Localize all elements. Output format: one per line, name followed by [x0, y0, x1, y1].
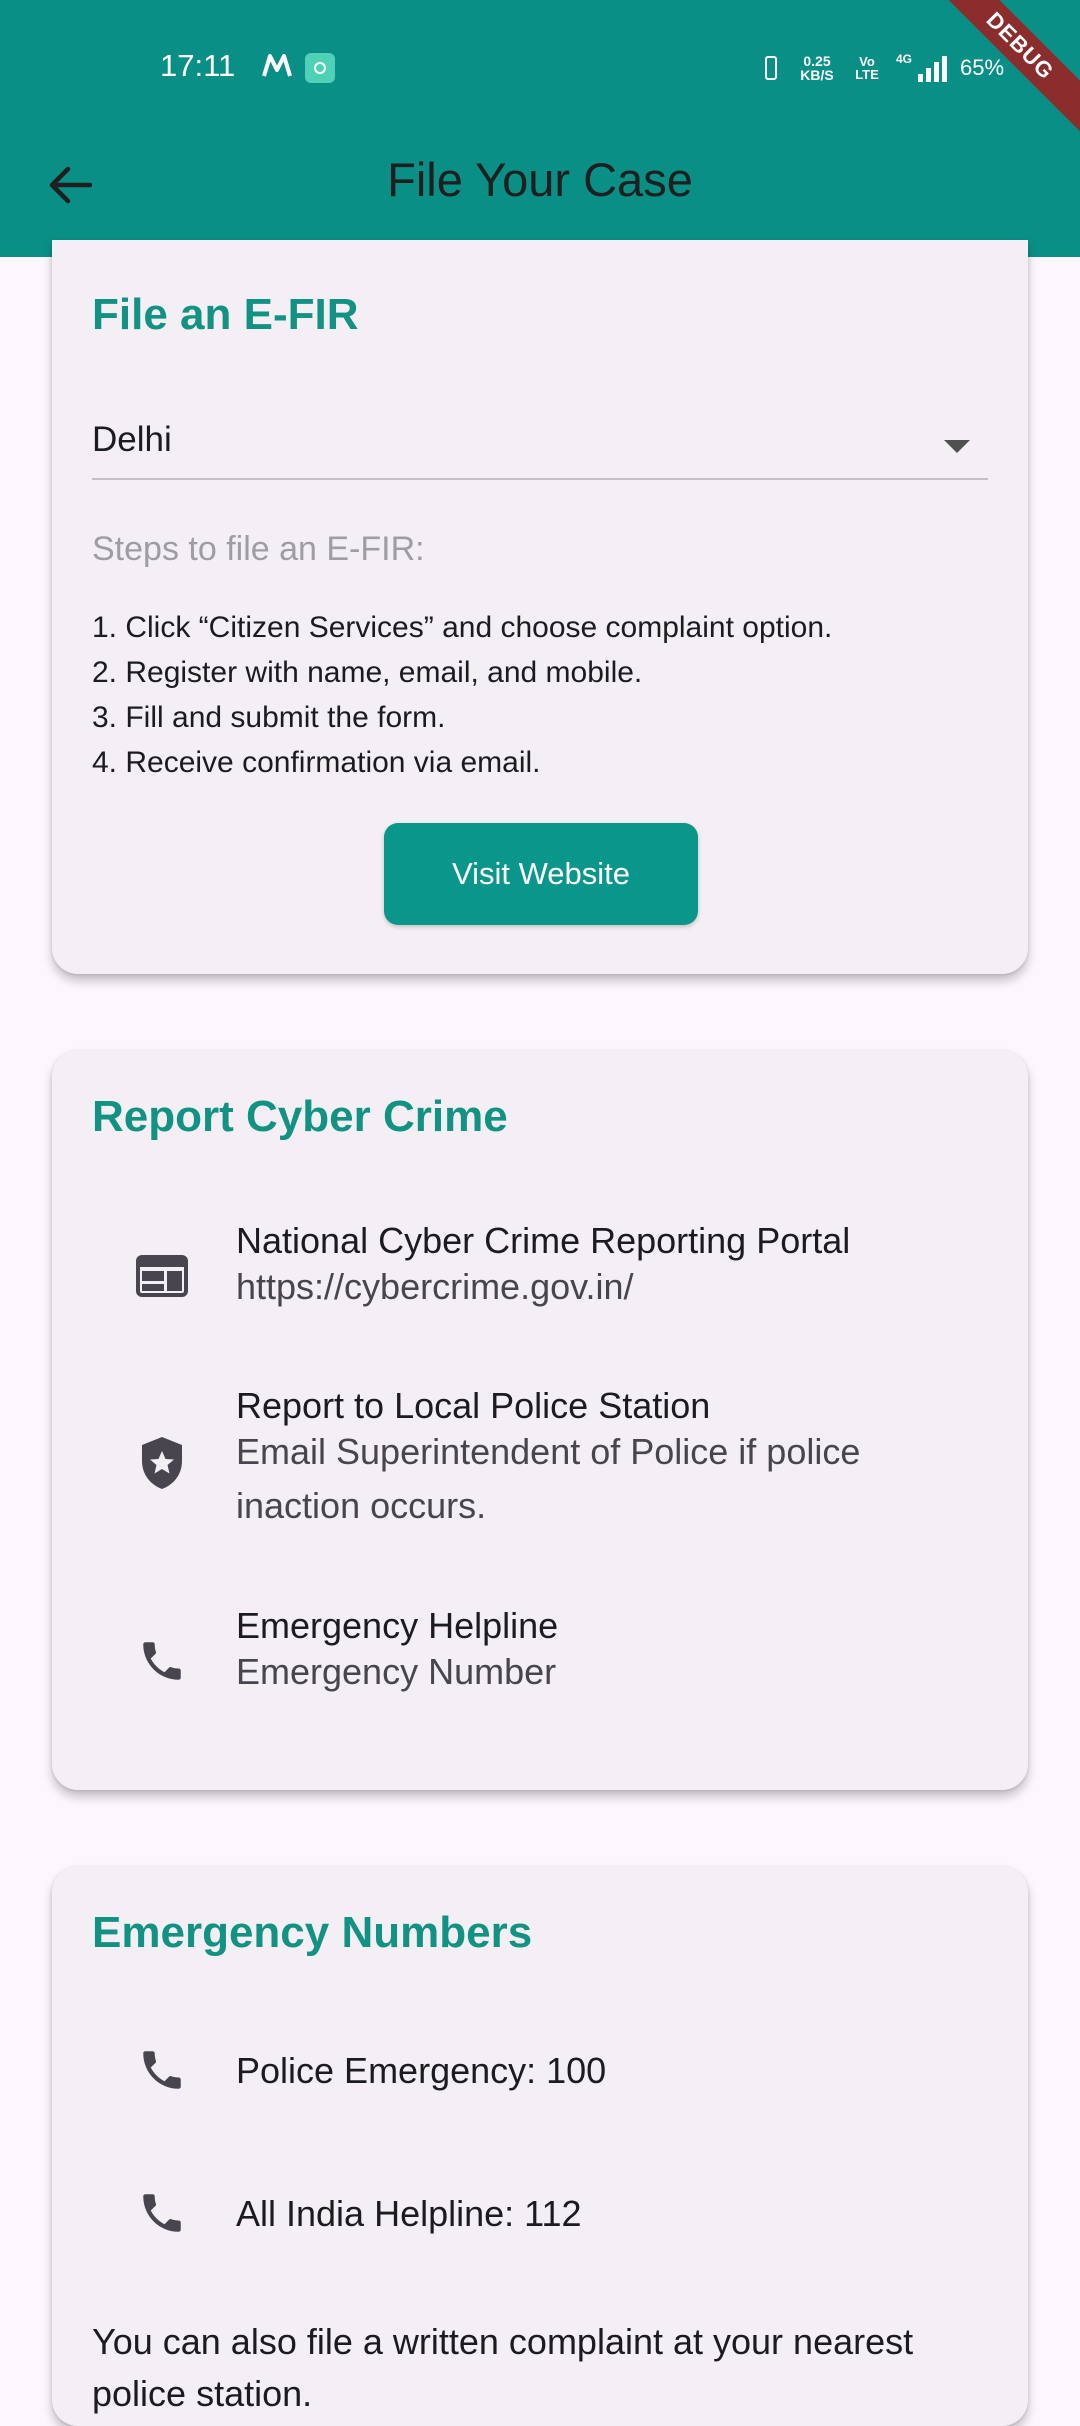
- list-item-title: Emergency Helpline: [236, 1605, 559, 1646]
- list-item-title: National Cyber Crime Reporting Portal: [236, 1220, 851, 1261]
- list-item-subtitle: Emergency Number: [236, 1651, 557, 1692]
- status-indicators: 0.25 KB/S Vo LTE 4G 65%: [758, 52, 1005, 83]
- page-title: File Your Case: [387, 153, 693, 206]
- written-complaint-note: You can also file a written complaint at…: [92, 2321, 914, 2414]
- efir-card-title: File an E-FIR: [92, 290, 359, 339]
- efir-card: File an E-FIR Delhi Steps to file an E-F…: [52, 240, 1028, 974]
- state-dropdown-value: Delhi: [92, 420, 172, 459]
- emergency-card-title: Emergency Numbers: [92, 1908, 533, 1957]
- app-bar: 17:11 0.25 KB/S Vo LTE 4G 65% DEBUG File…: [0, 0, 1080, 257]
- signal-icon: 4G: [896, 52, 948, 82]
- list-item-police-emergency[interactable]: Police Emergency: 100: [52, 2026, 1028, 2116]
- m-app-icon: [262, 54, 292, 77]
- list-item-subtitle: Email Superintendent of Police if police…: [236, 1431, 861, 1526]
- web-icon: [134, 1248, 190, 1304]
- emergency-numbers-card: Emergency Numbers Police Emergency: 100 …: [52, 1866, 1028, 2426]
- list-item-title: Police Emergency: 100: [236, 2050, 607, 2091]
- step-item: 3. Fill and submit the form.: [92, 701, 446, 734]
- phone-icon: [134, 1633, 190, 1689]
- dropdown-arrow-icon: [944, 440, 970, 453]
- vibrate-icon: [758, 54, 784, 82]
- cyber-crime-card: Report Cyber Crime National Cyber Crime …: [52, 1050, 1028, 1790]
- step-item: 2. Register with name, email, and mobile…: [92, 656, 643, 689]
- step-item: 4. Receive confirmation via email.: [92, 746, 541, 779]
- list-item-title: Report to Local Police Station: [236, 1385, 711, 1426]
- volte-indicator: Vo LTE: [855, 54, 879, 82]
- network-speed: 0.25 KB/S: [800, 53, 834, 83]
- cyber-card-title: Report Cyber Crime: [92, 1092, 508, 1141]
- battery-level: 65%: [960, 55, 1005, 80]
- steps-label: Steps to file an E-FIR:: [92, 530, 425, 568]
- list-item-all-india-helpline[interactable]: All India Helpline: 112: [52, 2169, 1028, 2259]
- list-item-emergency-helpline[interactable]: Emergency Helpline Emergency Number: [52, 1605, 1028, 1715]
- visit-website-button[interactable]: Visit Website: [384, 823, 698, 925]
- phone-icon: [134, 2185, 190, 2241]
- list-item-local-police[interactable]: Report to Local Police Station Email Sup…: [52, 1385, 1028, 1545]
- list-item-cyber-portal[interactable]: National Cyber Crime Reporting Portal ht…: [52, 1220, 1028, 1360]
- status-time: 17:11: [160, 48, 236, 83]
- list-item-title: All India Helpline: 112: [236, 2193, 582, 2234]
- app-notification-icon: [305, 53, 335, 83]
- phone-icon: [134, 2042, 190, 2098]
- list-item-subtitle: https://cybercrime.gov.in/: [236, 1266, 634, 1307]
- steps-list: 1. Click “Citizen Services” and choose c…: [92, 605, 832, 785]
- state-dropdown[interactable]: Delhi: [92, 410, 988, 480]
- police-shield-icon: [134, 1435, 190, 1491]
- step-item: 1. Click “Citizen Services” and choose c…: [92, 611, 833, 644]
